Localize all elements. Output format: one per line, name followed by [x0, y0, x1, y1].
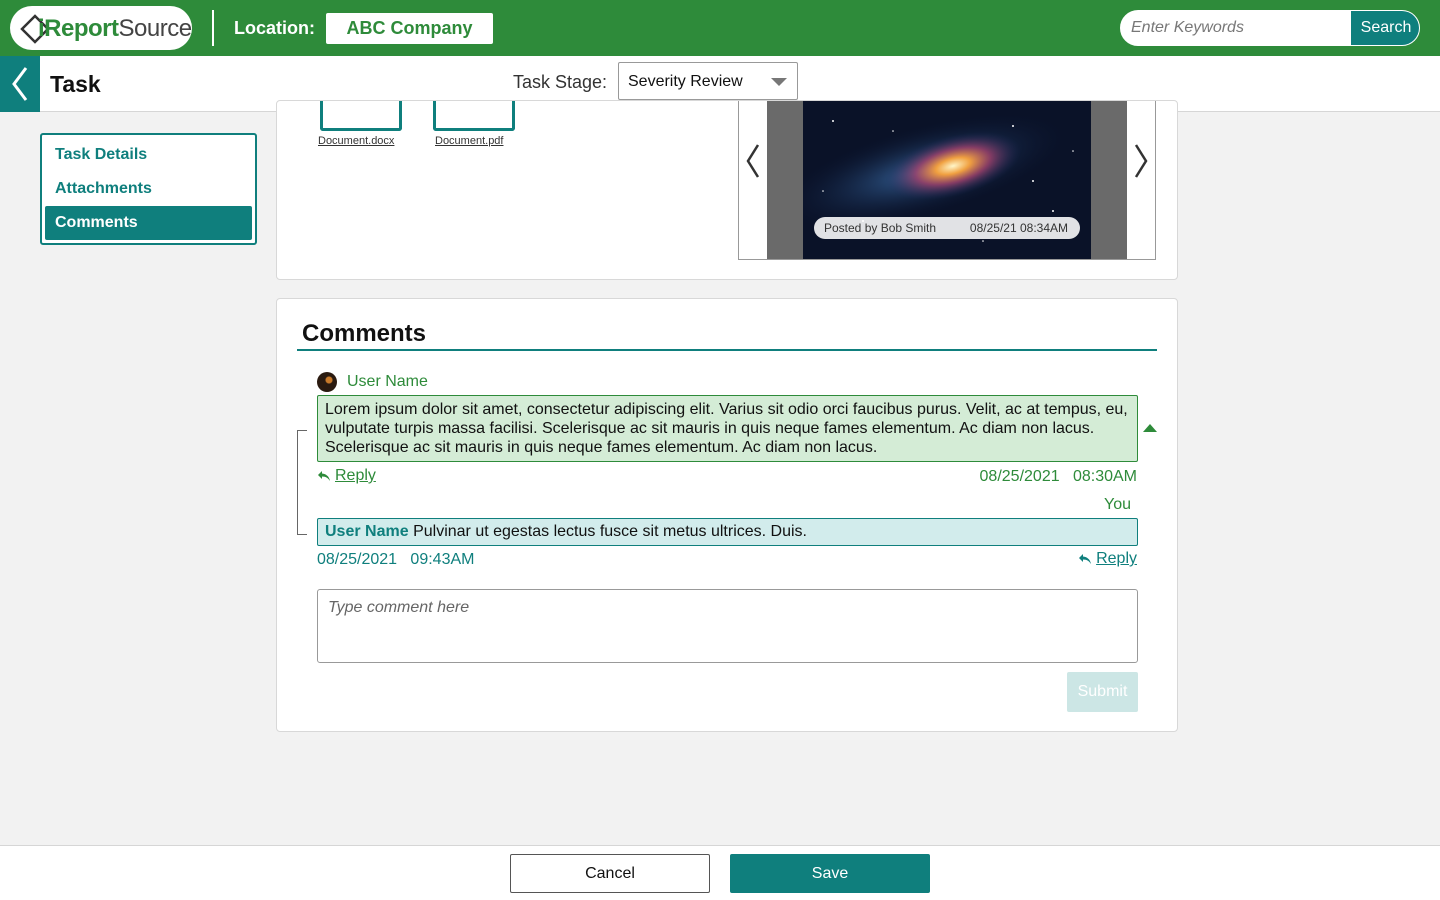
- location-selector[interactable]: ABC Company: [326, 13, 493, 44]
- reply-timestamp: 08/25/2021 09:43AM: [317, 551, 474, 569]
- reply-text: Pulvinar ut egestas lectus fusce sit met…: [413, 523, 807, 540]
- attachments-card: Document.docx Document.pdf Posted by Bob…: [276, 100, 1178, 280]
- task-stage-dropdown[interactable]: Severity Review: [618, 62, 798, 100]
- reply-date: 08/25/2021: [317, 551, 398, 568]
- back-button[interactable]: [0, 56, 40, 112]
- comment-author-name: User Name: [347, 373, 428, 390]
- header-divider: [212, 10, 214, 46]
- document-pdf-thumbnail[interactable]: [433, 101, 515, 131]
- task-stage-label: Task Stage:: [513, 72, 608, 92]
- comments-divider: [297, 349, 1157, 351]
- reply-bubble: User Name Pulvinar ut egestas lectus fus…: [317, 518, 1138, 546]
- nav-item-attachments[interactable]: Attachments: [45, 172, 252, 206]
- ireportsource-logo[interactable]: iReportSource: [10, 6, 192, 50]
- top-bar: iReportSource Location: ABC Company Sear…: [0, 0, 1440, 56]
- search-box: Search: [1120, 10, 1420, 46]
- comments-card: Comments User Name Lorem ipsum dolor sit…: [276, 298, 1178, 732]
- search-input[interactable]: [1121, 11, 1351, 45]
- nav-item-comments[interactable]: Comments: [45, 206, 252, 240]
- chevron-left-icon: [12, 67, 28, 101]
- reply-label: Reply: [335, 467, 376, 484]
- comment-input[interactable]: [317, 589, 1138, 663]
- thread-connector: [297, 430, 307, 535]
- comment-date: 08/25/2021: [979, 468, 1060, 485]
- carousel-frame: Posted by Bob Smith 08/25/21 08:34AM: [767, 101, 1127, 259]
- reply-icon: [318, 471, 330, 481]
- image-caption: Posted by Bob Smith 08/25/21 08:34AM: [814, 217, 1080, 239]
- cancel-button[interactable]: Cancel: [510, 854, 710, 893]
- save-button[interactable]: Save: [730, 854, 930, 893]
- location-label: Location:: [234, 18, 315, 38]
- image-carousel: Posted by Bob Smith 08/25/21 08:34AM: [738, 101, 1156, 260]
- comments-heading: Comments: [302, 320, 427, 347]
- caption-date: 08/25/21 08:34AM: [969, 221, 1068, 235]
- section-nav: Task Details Attachments Comments: [40, 133, 257, 245]
- footer-action-bar: Cancel Save: [0, 845, 1440, 900]
- document-docx-thumbnail[interactable]: [320, 101, 402, 131]
- page-title: Task: [50, 71, 101, 97]
- submit-button[interactable]: Submit: [1067, 672, 1138, 712]
- reply-icon: [1079, 554, 1092, 564]
- caption-author: Posted by Bob Smith: [824, 221, 937, 235]
- reply-author-you: You: [1104, 496, 1131, 513]
- collapse-thread-icon[interactable]: [1143, 424, 1157, 432]
- chevron-down-icon: [771, 78, 787, 86]
- document-docx-link[interactable]: Document.docx: [318, 135, 394, 147]
- reply-link[interactable]: Reply: [317, 467, 376, 485]
- task-stage-value: Severity Review: [628, 73, 743, 90]
- logo-text: iReportSource: [38, 15, 192, 42]
- reply-mention-name: User Name: [325, 523, 409, 540]
- avatar: [317, 372, 337, 392]
- comment-time: 08:30AM: [1072, 468, 1137, 485]
- reply-label: Reply: [1096, 550, 1137, 567]
- comment-timestamp: 08/25/2021 08:30AM: [980, 468, 1137, 486]
- reply-time: 09:43AM: [410, 551, 475, 568]
- reply-link[interactable]: Reply: [1078, 550, 1137, 568]
- comment-bubble: Lorem ipsum dolor sit amet, consectetur …: [317, 395, 1138, 462]
- nav-item-task-details[interactable]: Task Details: [45, 138, 252, 172]
- carousel-next-icon[interactable]: [1130, 141, 1152, 181]
- search-button[interactable]: Search: [1351, 11, 1419, 45]
- carousel-prev-icon[interactable]: [742, 141, 764, 181]
- document-pdf-link[interactable]: Document.pdf: [435, 135, 503, 147]
